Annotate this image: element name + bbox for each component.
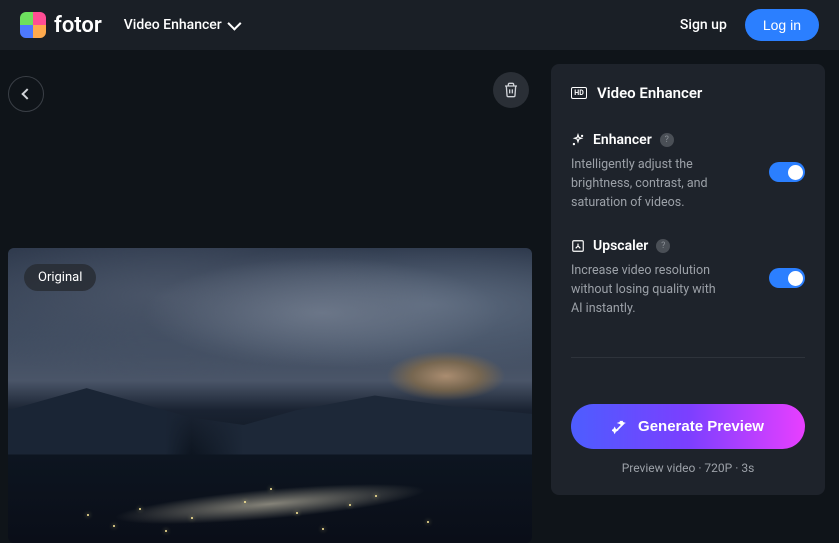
sparkle-icon (571, 133, 585, 147)
generate-label: Generate Preview (638, 418, 764, 435)
chevron-down-icon (227, 17, 241, 31)
upscaler-toggle[interactable] (769, 268, 805, 288)
login-button[interactable]: Log in (745, 9, 819, 41)
wand-icon (612, 419, 628, 435)
generate-preview-button[interactable]: Generate Preview (571, 404, 805, 449)
tool-dropdown[interactable]: Video Enhancer (124, 17, 238, 33)
info-icon[interactable]: ? (656, 239, 670, 253)
enhancer-toggle[interactable] (769, 162, 805, 182)
original-badge: Original (24, 264, 96, 291)
delete-button[interactable] (493, 72, 529, 108)
info-icon[interactable]: ? (660, 133, 674, 147)
hd-icon: HD (571, 87, 587, 99)
upscaler-title: Upscaler (593, 238, 648, 254)
back-button[interactable] (8, 76, 44, 112)
sunset (386, 351, 506, 401)
signup-link[interactable]: Sign up (680, 17, 727, 33)
canvas-area: Original (0, 50, 551, 509)
trash-icon (503, 82, 519, 98)
enhancer-option: Enhancer ? Intelligently adjust the brig… (571, 132, 805, 212)
back-arrow-icon (21, 88, 32, 99)
header-left: fotor Video Enhancer (20, 12, 238, 38)
logo-icon (20, 12, 46, 38)
divider (571, 357, 805, 358)
main: Original HD Video Enhancer Enhancer ? In… (0, 50, 839, 509)
city-lights (8, 410, 532, 543)
upscaler-description: Increase video resolution without losing… (571, 262, 769, 318)
panel-title-text: Video Enhancer (597, 84, 702, 102)
upscale-icon (571, 239, 585, 253)
upscaler-option: Upscaler ? Increase video resolution wit… (571, 238, 805, 318)
dropdown-label: Video Enhancer (124, 17, 222, 33)
panel-title: HD Video Enhancer (571, 84, 805, 102)
video-preview[interactable]: Original (8, 248, 532, 543)
enhancer-description: Intelligently adjust the brightness, con… (571, 156, 769, 212)
enhancer-title: Enhancer (593, 132, 652, 148)
logo[interactable]: fotor (20, 12, 102, 38)
header: fotor Video Enhancer Sign up Log in (0, 0, 839, 50)
logo-text: fotor (54, 13, 102, 38)
preview-info: Preview video · 720P · 3s (571, 461, 805, 475)
sidebar: HD Video Enhancer Enhancer ? Intelligent… (551, 64, 825, 495)
header-right: Sign up Log in (680, 9, 819, 41)
